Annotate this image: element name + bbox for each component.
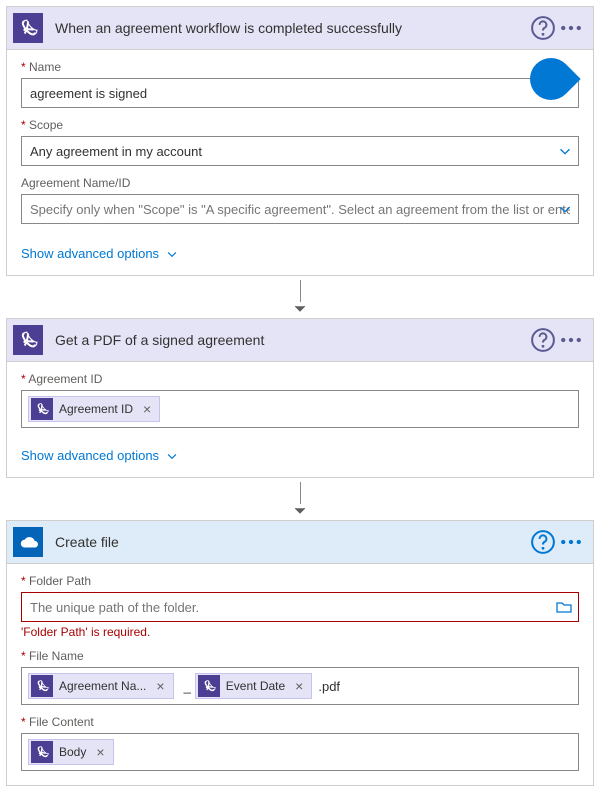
file-name-label: File Name xyxy=(21,649,579,663)
help-icon[interactable] xyxy=(529,528,557,556)
remove-token-icon[interactable]: × xyxy=(92,744,108,760)
flow-arrow xyxy=(6,276,594,318)
agreement-id-label: Agreement ID xyxy=(21,372,579,386)
card-title: Get a PDF of a signed agreement xyxy=(55,332,529,348)
action-card-createfile: Create file Folder Path 'Folder Path' is… xyxy=(6,520,594,786)
dynamic-token[interactable]: Agreement Na... × xyxy=(28,673,174,699)
file-name-input[interactable]: Agreement Na... × _ Event Date × .pdf xyxy=(21,667,579,705)
show-advanced-toggle[interactable]: Show advanced options xyxy=(7,240,593,275)
card-header[interactable]: Create file xyxy=(7,521,593,564)
error-message: 'Folder Path' is required. xyxy=(21,625,579,639)
help-icon[interactable] xyxy=(529,14,557,42)
dynamic-token[interactable]: Agreement ID × xyxy=(28,396,160,422)
card-header[interactable]: Get a PDF of a signed agreement xyxy=(7,319,593,362)
action-card-pdf: Get a PDF of a signed agreement Agreemen… xyxy=(6,318,594,478)
remove-token-icon[interactable]: × xyxy=(152,678,168,694)
folder-path-label: Folder Path xyxy=(21,574,579,588)
folder-path-input[interactable] xyxy=(21,592,579,622)
trigger-card: When an agreement workflow is completed … xyxy=(6,6,594,276)
card-header[interactable]: When an agreement workflow is completed … xyxy=(7,7,593,50)
folder-picker-icon[interactable] xyxy=(555,592,573,622)
adobe-sign-icon xyxy=(31,741,53,763)
flow-arrow xyxy=(6,478,594,520)
show-advanced-toggle[interactable]: Show advanced options xyxy=(7,442,593,477)
more-icon[interactable] xyxy=(557,326,585,354)
onedrive-icon xyxy=(13,527,43,557)
adobe-sign-icon xyxy=(198,675,220,697)
file-content-label: File Content xyxy=(21,715,579,729)
scope-select[interactable] xyxy=(21,136,579,166)
card-title: Create file xyxy=(55,534,529,550)
agreement-id-label: Agreement Name/ID xyxy=(21,176,579,190)
adobe-sign-icon xyxy=(13,325,43,355)
remove-token-icon[interactable]: × xyxy=(139,401,155,417)
agreement-id-input[interactable]: Agreement ID × xyxy=(21,390,579,428)
file-content-input[interactable]: Body × xyxy=(21,733,579,771)
adobe-sign-icon xyxy=(31,398,53,420)
filename-suffix: .pdf xyxy=(316,679,340,694)
name-input[interactable] xyxy=(21,78,579,108)
adobe-sign-icon xyxy=(31,675,53,697)
more-icon[interactable] xyxy=(557,14,585,42)
chevron-down-icon xyxy=(165,247,179,261)
scope-label: Scope xyxy=(21,118,579,132)
remove-token-icon[interactable]: × xyxy=(291,678,307,694)
dynamic-token[interactable]: Event Date × xyxy=(195,673,313,699)
name-label: Name xyxy=(21,60,579,74)
adobe-sign-icon xyxy=(13,13,43,43)
chevron-down-icon xyxy=(165,449,179,463)
dynamic-token[interactable]: Body × xyxy=(28,739,114,765)
help-icon[interactable] xyxy=(529,326,557,354)
more-icon[interactable] xyxy=(557,528,585,556)
card-title: When an agreement workflow is completed … xyxy=(55,20,529,36)
agreement-id-select[interactable] xyxy=(21,194,579,224)
